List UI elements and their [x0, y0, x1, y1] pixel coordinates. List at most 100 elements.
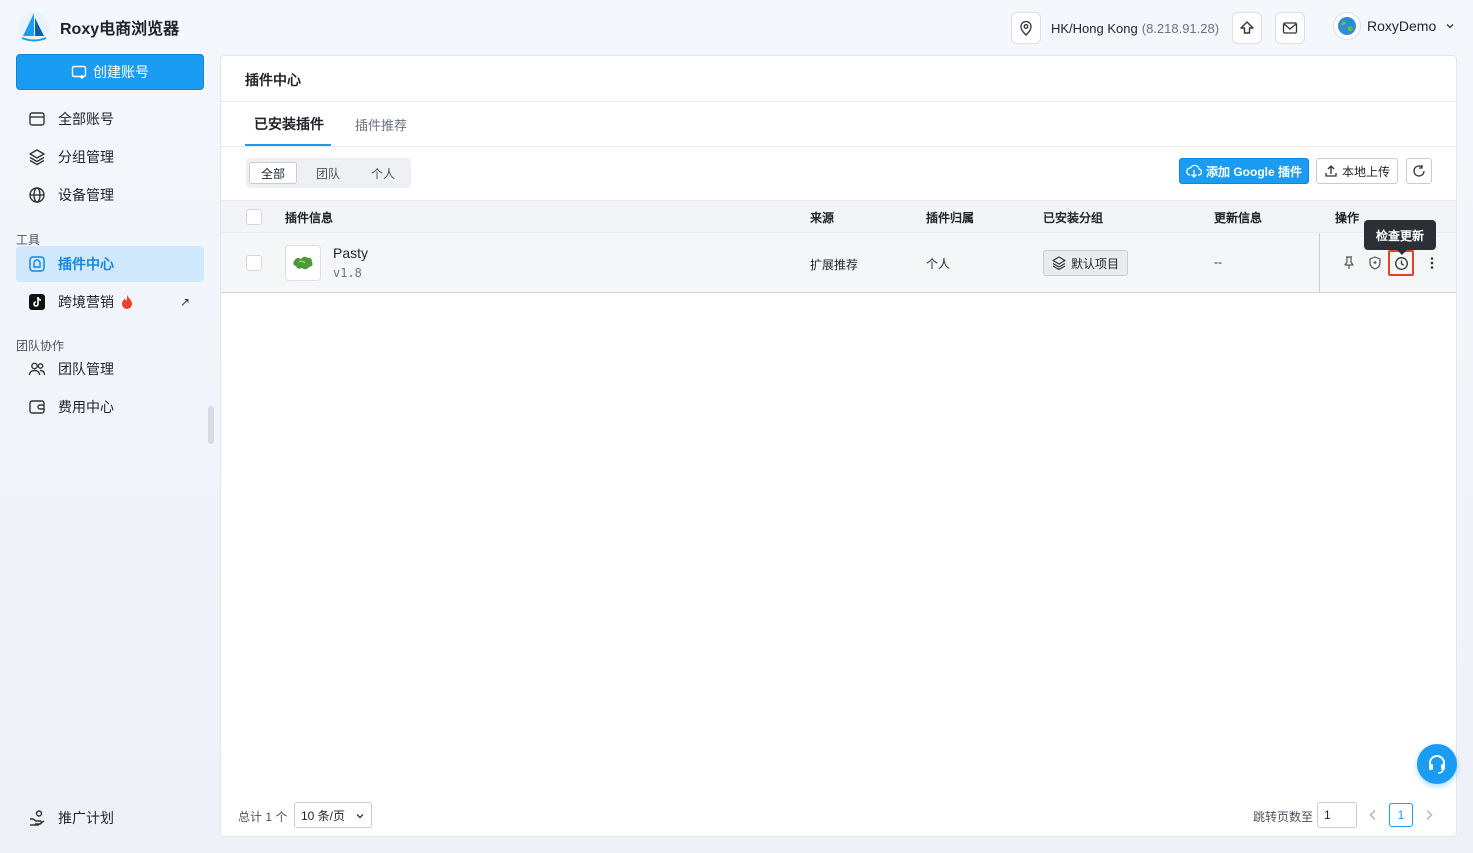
- group-tag-label: 默认项目: [1071, 256, 1120, 271]
- local-upload-button[interactable]: 本地上传: [1316, 158, 1398, 184]
- sidebar-item-plugin-center[interactable]: 插件中心: [16, 246, 204, 282]
- plugin-icon: [285, 245, 321, 281]
- plugin-update-info: --: [1214, 255, 1222, 269]
- clock-update-icon: [1394, 256, 1408, 270]
- permissions-button[interactable]: [1365, 253, 1385, 273]
- sidebar-item-groups[interactable]: 分组管理: [16, 139, 204, 175]
- pin-icon: [1344, 256, 1354, 269]
- column-header: 插件归属: [926, 211, 975, 225]
- column-header: 操作: [1335, 211, 1360, 225]
- tiktok-icon: [28, 293, 46, 311]
- local-upload-label: 本地上传: [1341, 164, 1390, 179]
- chevron-down-icon: [1446, 24, 1454, 29]
- sidebar-item-affiliate[interactable]: 推广计划: [16, 800, 204, 836]
- headset-icon: [1429, 755, 1445, 774]
- user-menu[interactable]: RoxyDemo: [1333, 12, 1456, 40]
- installed-group-tag[interactable]: 默认项目: [1043, 250, 1129, 276]
- sidebar-item-devices[interactable]: 设备管理: [16, 177, 204, 213]
- create-account-button[interactable]: 创建账号: [16, 54, 204, 90]
- sidebar-item-label: 团队管理: [58, 361, 114, 377]
- page-number-current[interactable]: 1: [1389, 803, 1413, 827]
- sidebar-item-all-accounts[interactable]: 全部账号: [16, 101, 204, 137]
- sidebar-item-label: 设备管理: [58, 187, 114, 203]
- column-header: 更新信息: [1214, 211, 1263, 225]
- sidebar-item-team[interactable]: 团队管理: [16, 351, 204, 387]
- sticky-column-divider: [1319, 233, 1320, 293]
- add-google-plugin-label: 添加 Google 插件: [1205, 164, 1302, 179]
- sail-logo-icon: [19, 12, 49, 42]
- add-google-plugin-button[interactable]: 添加 Google 插件: [1179, 158, 1309, 184]
- chevron-right-icon: [1426, 809, 1433, 821]
- mail-icon: [1282, 22, 1298, 34]
- earth-icon: [1338, 17, 1356, 35]
- cloud-download-icon: [1186, 164, 1202, 178]
- refresh-button[interactable]: [1406, 158, 1432, 184]
- app-title: Roxy电商浏览器: [60, 21, 180, 38]
- row-checkbox[interactable]: [246, 255, 262, 271]
- more-options-button[interactable]: [1422, 253, 1442, 273]
- filter-team[interactable]: 团队: [304, 162, 352, 184]
- table-header: 插件信息 来源 插件归属 已安装分组 更新信息 操作: [221, 200, 1456, 233]
- select-all-checkbox[interactable]: [246, 209, 262, 225]
- sidebar-item-label: 推广计划: [58, 810, 114, 826]
- jump-to-page-input[interactable]: 1: [1317, 802, 1357, 828]
- username: RoxyDemo: [1367, 18, 1437, 34]
- prev-page-button[interactable]: [1368, 808, 1378, 824]
- plugin-name: Pasty: [333, 245, 369, 261]
- ip-address: (8.218.91.28): [1141, 20, 1220, 36]
- upload-icon: [1325, 165, 1337, 177]
- create-account-label: 创建账号: [93, 64, 149, 80]
- sidebar-item-label: 费用中心: [58, 399, 114, 415]
- next-page-button[interactable]: [1424, 808, 1434, 824]
- location-text: HK/Hong Kong: [1051, 20, 1138, 36]
- layers-icon: [1052, 256, 1066, 270]
- users-icon: [28, 360, 46, 378]
- check-update-tooltip: 检查更新: [1364, 220, 1436, 255]
- filter-personal[interactable]: 个人: [359, 162, 407, 184]
- column-header: 已安装分组: [1043, 211, 1104, 225]
- sidebar-item-marketing[interactable]: 跨境营销 ↗: [16, 284, 204, 320]
- window-icon: [28, 110, 46, 128]
- sidebar: Roxy电商浏览器 创建账号 全部账号 分组管理 设备管理 工具 插件中心 跨境…: [0, 0, 220, 853]
- messages-button[interactable]: [1275, 12, 1305, 44]
- upload-sync-button[interactable]: [1232, 12, 1262, 44]
- tab-recommended[interactable]: 插件推荐: [355, 115, 407, 134]
- customer-support-button[interactable]: [1417, 744, 1457, 784]
- table-row[interactable]: Pasty v1.8 扩展推荐 个人 默认项目 --: [221, 233, 1456, 293]
- plugin-source: 扩展推荐: [810, 258, 859, 272]
- page-size-select[interactable]: 10 条/页: [294, 802, 372, 828]
- puzzle-piece-icon: [293, 256, 313, 270]
- column-header: 插件信息: [285, 211, 334, 225]
- sidebar-item-label: 全部账号: [58, 111, 114, 127]
- ownership-filter: 全部 团队 个人: [246, 158, 411, 188]
- handshake-icon: [28, 809, 46, 827]
- puzzle-icon: [28, 255, 46, 273]
- cloud-upload-icon: [1240, 21, 1254, 34]
- app-logo: Roxy电商浏览器: [18, 10, 179, 44]
- layers-icon: [28, 148, 46, 166]
- chevron-down-icon: [356, 814, 364, 819]
- chevron-left-icon: [1369, 809, 1376, 821]
- add-account-icon: [71, 65, 87, 79]
- refresh-icon: [1413, 165, 1425, 177]
- fire-icon: [120, 294, 134, 310]
- pin-button[interactable]: [1339, 253, 1359, 273]
- avatar: [1333, 12, 1361, 40]
- sidebar-item-billing[interactable]: 费用中心: [16, 389, 204, 425]
- page-title: 插件中心: [245, 72, 301, 88]
- proxy-location[interactable]: HK/Hong Kong (8.218.91.28): [1011, 12, 1219, 44]
- wallet-icon: [28, 398, 46, 416]
- plugin-version: v1.8: [333, 266, 362, 280]
- total-count: 总计 1 个: [238, 810, 288, 824]
- divider: [221, 101, 1456, 102]
- sidebar-item-label: 跨境营销: [58, 294, 114, 310]
- plugin-center-panel: 插件中心 已安装插件 插件推荐 全部 团队 个人 添加 Google 插件 本地…: [220, 55, 1457, 837]
- tab-installed[interactable]: 已安装插件: [254, 114, 324, 134]
- globe-icon: [28, 186, 46, 204]
- sidebar-item-label: 插件中心: [58, 256, 114, 272]
- sidebar-scrollbar[interactable]: [208, 406, 214, 444]
- external-link-icon: ↗: [179, 295, 190, 309]
- plugin-owner: 个人: [926, 257, 951, 271]
- more-vertical-icon: [1430, 257, 1434, 269]
- filter-all[interactable]: 全部: [249, 162, 297, 184]
